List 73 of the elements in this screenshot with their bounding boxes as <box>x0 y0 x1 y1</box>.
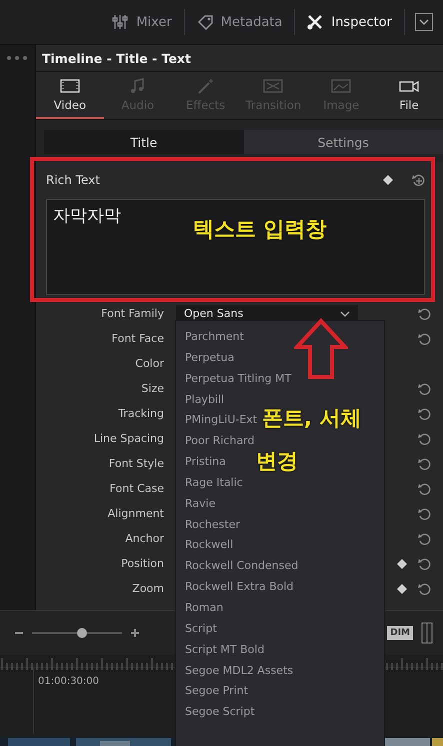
property-label: Position <box>120 557 164 570</box>
keyframe-diamond-icon[interactable] <box>397 584 407 594</box>
menu-item[interactable]: Segoe Script <box>176 702 255 724</box>
chevron-down-icon <box>419 19 429 25</box>
panel-tab[interactable]: Metadata <box>184 9 296 35</box>
menu-item[interactable]: Perpetua <box>176 348 234 369</box>
property-label: Anchor <box>124 532 164 545</box>
property-label: Font Style <box>108 457 164 470</box>
sliders-icon <box>112 14 128 30</box>
annotation-text: 변경 <box>256 448 298 475</box>
menu-item[interactable]: Rockwell Condensed <box>176 556 298 578</box>
menu-item[interactable]: Segoe Print <box>176 681 248 702</box>
dim-button[interactable]: DIM <box>387 626 413 640</box>
property-label: Font Face <box>110 332 164 345</box>
reset-icon[interactable] <box>417 456 431 470</box>
panel-title: Timeline - Title - Text <box>42 50 191 66</box>
menu-item[interactable]: Perpetua Titling MT <box>176 368 292 390</box>
dropdown-button[interactable] <box>415 13 433 31</box>
chevron-down-icon <box>340 310 350 316</box>
property-label: Font Family <box>100 307 164 320</box>
menu-item[interactable]: Poor Richard <box>176 431 254 452</box>
menu-item[interactable]: Script <box>176 618 217 640</box>
film-icon <box>60 78 80 94</box>
magic-wand-icon <box>196 78 216 94</box>
reset-icon[interactable] <box>417 506 431 520</box>
sub-tab[interactable]: Settings <box>244 130 443 154</box>
menu-item[interactable]: Rockwell <box>176 535 234 556</box>
reset-icon[interactable] <box>417 532 431 546</box>
reset-icon[interactable] <box>417 406 431 420</box>
reset-icon[interactable] <box>417 332 431 346</box>
timecode: 01:00:30:00 <box>38 676 100 687</box>
annotation-text: 폰트, 서체 <box>262 405 362 432</box>
menu-item[interactable]: Rockwell Extra Bold <box>176 577 294 598</box>
reset-icon[interactable] <box>417 432 431 446</box>
menu-item[interactable]: Rochester <box>176 514 240 536</box>
reset-icon[interactable] <box>417 556 431 570</box>
section-label: Rich Text <box>46 173 101 187</box>
reset-icon[interactable] <box>411 173 425 187</box>
property-label: Size <box>140 382 164 395</box>
tag-icon <box>196 14 213 30</box>
category-tab[interactable]: File <box>375 72 443 119</box>
plus-icon[interactable] <box>130 628 140 638</box>
more-icon[interactable] <box>6 55 28 61</box>
menu-item[interactable]: Ravie <box>176 494 216 515</box>
property-label: Line Spacing <box>92 432 164 445</box>
property-label: Color <box>134 357 164 370</box>
menu-item[interactable]: Parchment <box>176 327 244 348</box>
menu-item[interactable]: Segoe MDL2 Assets <box>176 660 294 682</box>
property-label: Alignment <box>106 507 164 520</box>
menu-item[interactable]: Roman <box>176 598 224 619</box>
up-arrow-annotation <box>294 318 348 380</box>
meter-icon <box>421 622 433 644</box>
menu-item[interactable]: Rage Italic <box>176 472 243 494</box>
sub-tab[interactable]: Title <box>44 130 244 154</box>
property-label: Zoom <box>131 582 164 595</box>
panel-tab[interactable]: Mixer <box>100 9 185 35</box>
reset-icon[interactable] <box>417 306 431 320</box>
transition-icon <box>263 78 284 94</box>
menu-item[interactable]: PMingLiU-Ext <box>176 410 258 432</box>
menu-item[interactable]: Playbill <box>176 390 224 410</box>
keyframe-diamond-icon[interactable] <box>397 558 407 568</box>
property-label: Tracking <box>117 407 164 420</box>
panel-tab[interactable]: Inspector <box>295 9 405 35</box>
menu-item[interactable]: Pristina <box>176 452 226 473</box>
image-icon <box>331 78 352 94</box>
reset-icon[interactable] <box>417 382 431 396</box>
annotation-text: 텍스트 입력창 <box>193 216 326 243</box>
reset-icon[interactable] <box>417 582 431 596</box>
tools-icon <box>307 14 324 30</box>
keyframe-diamond-icon[interactable] <box>383 175 393 185</box>
property-label: Font Case <box>108 482 164 495</box>
reset-icon[interactable] <box>417 482 431 496</box>
menu-item[interactable]: Script MT Bold <box>176 640 264 660</box>
